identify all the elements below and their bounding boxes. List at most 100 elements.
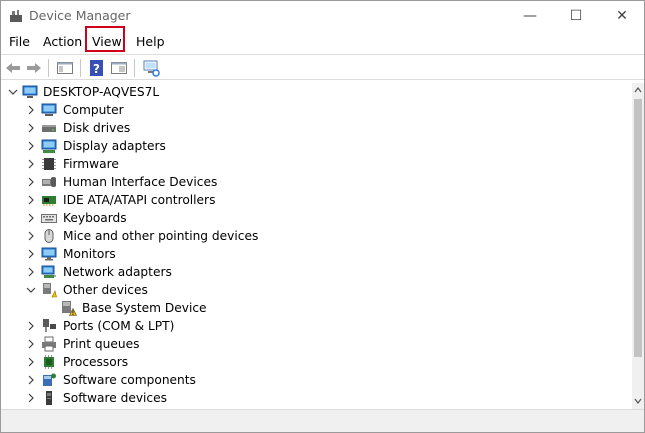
tree-item-software-devices[interactable]: Software devices	[1, 389, 632, 407]
chevron-right-icon[interactable]	[26, 393, 36, 403]
chevron-right-icon[interactable]	[26, 231, 36, 241]
tree-item-human-interface-devices[interactable]: Human Interface Devices	[1, 173, 632, 191]
software-component-icon	[43, 373, 56, 386]
tree-item-monitors[interactable]: Monitors	[1, 245, 632, 263]
chevron-right-icon[interactable]	[26, 105, 36, 115]
help-icon[interactable]: ?	[88, 59, 106, 77]
software-device-icon	[46, 391, 52, 405]
tree-item-processors[interactable]: Processors	[1, 353, 632, 371]
tree-child-label: Base System Device	[82, 301, 207, 315]
chevron-right-icon[interactable]	[26, 321, 36, 331]
tree-item-software-components[interactable]: Software components	[1, 371, 632, 389]
tree-root-label: DESKTOP-AQVES7L	[43, 85, 160, 99]
menu-file[interactable]: File	[7, 33, 32, 51]
processor-icon	[44, 355, 54, 369]
chevron-right-icon[interactable]	[26, 195, 36, 205]
tree-item-label: Software devices	[63, 391, 167, 405]
printer-icon	[42, 336, 56, 352]
tree-item-label: Monitors	[63, 247, 116, 261]
chevron-right-icon[interactable]	[26, 159, 36, 169]
maximize-button[interactable]: ☐	[553, 1, 599, 31]
firmware-icon	[42, 158, 56, 170]
status-bar	[1, 409, 644, 432]
tree-item-print-queues[interactable]: Print queues	[1, 335, 632, 353]
close-button[interactable]: ✕	[599, 1, 644, 31]
disk-drive-icon	[42, 125, 56, 132]
menu-help[interactable]: Help	[134, 33, 167, 51]
minimize-icon: —	[523, 8, 537, 24]
vertical-scrollbar[interactable]	[632, 83, 644, 409]
svg-text:?: ?	[93, 62, 100, 76]
network-adapter-icon	[41, 265, 56, 278]
tree-item-network-adapters[interactable]: Network adapters	[1, 263, 632, 281]
chevron-right-icon[interactable]	[26, 123, 36, 133]
tree-item-label: Computer	[63, 103, 124, 117]
toolbar-separator	[48, 59, 49, 77]
computer-icon	[41, 103, 57, 116]
computer-root-icon	[22, 85, 38, 98]
other-devices-icon	[43, 283, 57, 298]
tree-item-label: IDE ATA/ATAPI controllers	[63, 193, 216, 207]
maximize-icon: ☐	[569, 8, 583, 24]
device-manager-window: Device Manager — ☐ ✕ File Action View He…	[0, 0, 645, 433]
chevron-right-icon[interactable]	[26, 357, 36, 367]
mouse-icon	[44, 229, 54, 243]
device-manager-app-icon	[10, 10, 22, 22]
tree-item-label: Software components	[63, 373, 196, 387]
tree-item-label: Firmware	[63, 157, 119, 171]
tree-item-label: Ports (COM & LPT)	[63, 319, 175, 333]
tree-item-display-adapters[interactable]: Display adapters	[1, 137, 632, 155]
window-title: Device Manager	[29, 8, 131, 23]
tree-item-ports-com-lpt[interactable]: Ports (COM & LPT)	[1, 317, 632, 335]
tree-item-firmware[interactable]: Firmware	[1, 155, 632, 173]
tree-item-other-devices[interactable]: Other devices	[1, 281, 632, 299]
chevron-right-icon[interactable]	[26, 249, 36, 259]
close-icon: ✕	[616, 8, 628, 24]
tree-item-label: Disk drives	[63, 121, 131, 135]
minimize-button[interactable]: —	[507, 1, 553, 31]
tree-item-keyboards[interactable]: Keyboards	[1, 209, 632, 227]
hid-icon	[42, 177, 56, 187]
scrollbar-thumb[interactable]	[634, 99, 642, 357]
toolbar-separator	[80, 59, 81, 77]
properties-icon[interactable]	[110, 59, 128, 77]
port-icon	[43, 319, 56, 332]
scroll-down-icon[interactable]	[634, 397, 642, 405]
chevron-right-icon[interactable]	[26, 177, 36, 187]
back-arrow-icon[interactable]	[4, 59, 22, 77]
chevron-right-icon[interactable]	[26, 267, 36, 277]
scan-hardware-icon[interactable]	[142, 59, 160, 77]
tree-item-label: Display adapters	[63, 139, 166, 153]
tree-item-disk-drives[interactable]: Disk drives	[1, 119, 632, 137]
toolbar: ?	[1, 54, 644, 80]
chevron-right-icon[interactable]	[26, 141, 36, 151]
display-adapter-icon	[41, 139, 57, 153]
tree-item-ide-ata-atapi-controllers[interactable]: IDE ATA/ATAPI controllers	[1, 191, 632, 209]
scroll-up-icon[interactable]	[634, 86, 642, 94]
ide-controller-icon	[42, 196, 56, 206]
tree-item-mice-and-other-pointing-devices[interactable]: Mice and other pointing devices	[1, 227, 632, 245]
chevron-right-icon[interactable]	[26, 375, 36, 385]
keyboard-icon	[41, 214, 57, 223]
tree-root-row[interactable]: DESKTOP-AQVES7L	[1, 83, 632, 101]
tree-item-label: Keyboards	[63, 211, 127, 225]
warning-device-icon	[62, 301, 77, 316]
tree-item-label: Print queues	[63, 337, 140, 351]
tree-child-base-system-device[interactable]: Base System Device	[1, 299, 632, 317]
forward-arrow-icon[interactable]	[25, 59, 43, 77]
tree-item-label: Network adapters	[63, 265, 172, 279]
device-tree: DESKTOP-AQVES7L Computer Disk drives Displ…	[1, 83, 632, 409]
tree-item-label: Other devices	[63, 283, 148, 297]
monitor-icon	[41, 247, 57, 261]
chevron-right-icon[interactable]	[26, 339, 36, 349]
view-menu-highlight-box	[85, 26, 125, 52]
tree-item-label: Processors	[63, 355, 129, 369]
tree-item-label: Human Interface Devices	[63, 175, 218, 189]
tree-item-label: Mice and other pointing devices	[63, 229, 259, 243]
chevron-down-icon[interactable]	[26, 285, 36, 295]
tree-item-computer[interactable]: Computer	[1, 101, 632, 119]
menu-action[interactable]: Action	[41, 33, 84, 51]
chevron-down-icon[interactable]	[8, 87, 18, 97]
console-tree-icon[interactable]	[56, 59, 74, 77]
chevron-right-icon[interactable]	[26, 213, 36, 223]
